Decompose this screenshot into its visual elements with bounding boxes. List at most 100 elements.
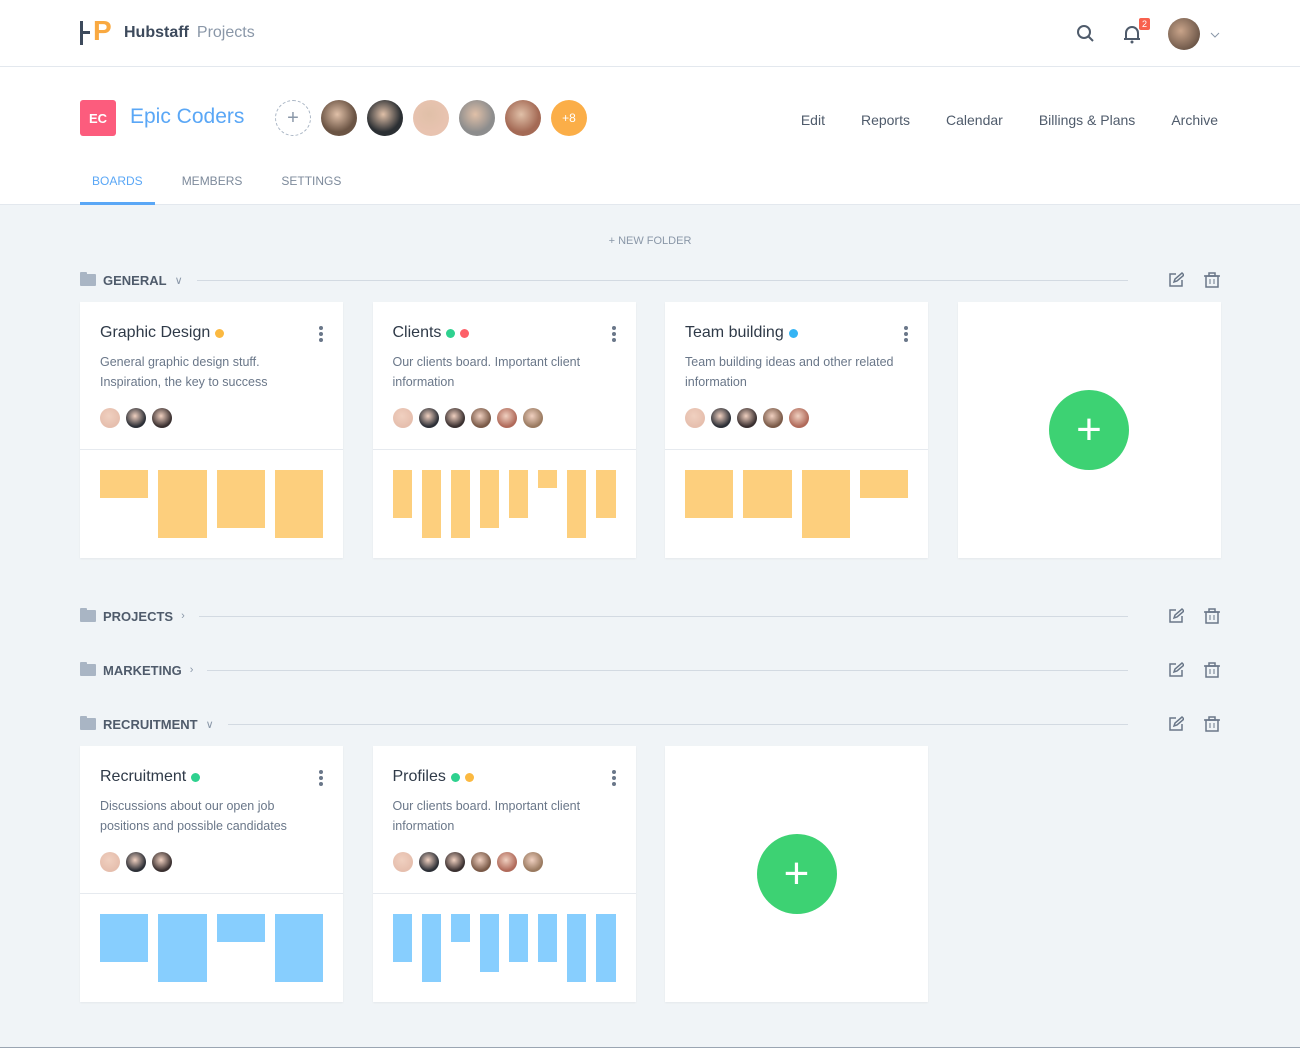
member-avatar[interactable] [100, 852, 120, 872]
tab-boards[interactable]: BOARDS [80, 174, 155, 205]
member-avatar[interactable] [522, 852, 543, 872]
preview-block [596, 470, 616, 518]
preview-block [567, 470, 587, 538]
board-card[interactable]: Recruitment Discussions about our open jo… [80, 746, 343, 1002]
preview-block [859, 470, 908, 498]
member-avatar[interactable] [789, 408, 809, 428]
board-card[interactable]: Profiles Our clients board. Important cli… [372, 746, 636, 1002]
folder-projects: PROJECTS › [80, 606, 1220, 626]
member-avatar[interactable] [152, 852, 172, 872]
status-dot [446, 328, 456, 338]
board-info: Clients Our clients board. Important clie… [372, 302, 636, 450]
more-options-icon[interactable] [319, 770, 323, 788]
board-title[interactable]: Recruitment [100, 768, 186, 786]
edit-icon[interactable] [1168, 715, 1186, 732]
board-info: Profiles Our clients board. Important cli… [372, 746, 636, 894]
trash-icon[interactable] [1204, 716, 1220, 732]
member-avatar[interactable] [737, 408, 757, 428]
member-avatar[interactable] [418, 408, 439, 428]
member-avatar[interactable] [392, 852, 413, 872]
nav-calendar[interactable]: Calendar [946, 112, 1003, 128]
board-card[interactable]: Clients Our clients board. Important clie… [372, 302, 636, 558]
member-avatar[interactable] [100, 408, 120, 428]
nav-reports[interactable]: Reports [861, 112, 910, 128]
member-avatar[interactable] [470, 408, 491, 428]
member-avatar[interactable] [126, 852, 146, 872]
folder-name[interactable]: PROJECTS [103, 609, 173, 624]
member-avatar[interactable] [763, 408, 783, 428]
tab-members[interactable]: MEMBERS [170, 174, 255, 205]
trash-icon[interactable] [1204, 662, 1220, 678]
add-board-card[interactable]: + [957, 302, 1221, 558]
status-dot [464, 772, 474, 782]
board-preview [392, 470, 616, 538]
member-avatar[interactable] [444, 408, 465, 428]
chevron-right-icon[interactable]: › [190, 664, 194, 676]
user-menu[interactable] [1168, 18, 1220, 50]
member-list: + +8 [275, 100, 587, 136]
add-board-button[interactable]: + [1049, 390, 1129, 470]
nav-billings-plans[interactable]: Billings & Plans [1039, 112, 1136, 128]
logo[interactable]: P Hubstaff Projects [80, 17, 255, 45]
folder-name[interactable]: RECRUITMENT [103, 717, 198, 732]
member-avatar[interactable] [418, 852, 439, 872]
folder-name[interactable]: MARKETING [103, 663, 182, 678]
edit-icon[interactable] [1168, 661, 1186, 678]
board-card[interactable]: Graphic Design General graphic design stu… [80, 302, 343, 558]
member-avatar[interactable] [505, 100, 541, 136]
member-avatar[interactable] [444, 852, 465, 872]
preview-block [392, 914, 412, 962]
board-description: Our clients board. Important client info… [392, 355, 581, 389]
member-avatar[interactable] [470, 852, 491, 872]
new-folder-button[interactable]: + NEW FOLDER [0, 235, 1300, 247]
member-avatar[interactable] [459, 100, 495, 136]
member-avatar[interactable] [685, 408, 705, 428]
member-avatar[interactable] [413, 100, 449, 136]
add-member-button[interactable]: + [275, 100, 311, 136]
chevron-down-icon[interactable]: ∨ [206, 718, 214, 731]
add-board-card[interactable]: + [665, 746, 928, 1002]
folder-name[interactable]: GENERAL [103, 273, 167, 288]
folder-general: GENERAL ∨ [80, 270, 1220, 290]
member-avatar[interactable] [152, 408, 172, 428]
member-avatar[interactable] [496, 852, 517, 872]
board-title[interactable]: Team building [685, 324, 784, 342]
user-avatar [1168, 18, 1200, 50]
preview-block [274, 914, 323, 982]
member-avatar[interactable] [496, 408, 517, 428]
board-title[interactable]: Graphic Design [100, 324, 210, 342]
chevron-right-icon[interactable]: › [181, 610, 185, 622]
member-avatar[interactable] [367, 100, 403, 136]
folder-icon [80, 716, 96, 730]
search-icon[interactable] [1076, 24, 1096, 44]
member-avatar[interactable] [321, 100, 357, 136]
tab-settings[interactable]: SETTINGS [269, 174, 353, 205]
nav-archive[interactable]: Archive [1171, 112, 1218, 128]
more-options-icon[interactable] [904, 326, 908, 344]
trash-icon[interactable] [1204, 608, 1220, 624]
more-options-icon[interactable] [611, 770, 616, 788]
board-title[interactable]: Profiles [393, 768, 446, 786]
add-board-button[interactable]: + [756, 834, 837, 914]
more-options-icon[interactable] [319, 326, 323, 344]
bell-icon[interactable]: 2 [1122, 18, 1150, 44]
preview-block [216, 914, 265, 942]
preview-block [100, 914, 149, 962]
chevron-down-icon[interactable]: ∨ [175, 274, 183, 287]
status-dot [191, 772, 201, 782]
more-members-button[interactable]: +8 [551, 100, 587, 136]
project-title: Epic Coders [130, 105, 245, 128]
nav-edit[interactable]: Edit [801, 112, 825, 128]
member-avatar[interactable] [522, 408, 543, 428]
member-avatar[interactable] [711, 408, 731, 428]
edit-icon[interactable] [1168, 271, 1186, 288]
board-members [392, 408, 616, 428]
member-avatar[interactable] [126, 408, 146, 428]
trash-icon[interactable] [1204, 272, 1220, 288]
edit-icon[interactable] [1168, 607, 1186, 624]
board-card[interactable]: Team building Team building ideas and oth… [665, 302, 928, 558]
board-members [100, 408, 323, 428]
board-title[interactable]: Clients [393, 324, 442, 342]
member-avatar[interactable] [392, 408, 413, 428]
more-options-icon[interactable] [611, 326, 616, 344]
